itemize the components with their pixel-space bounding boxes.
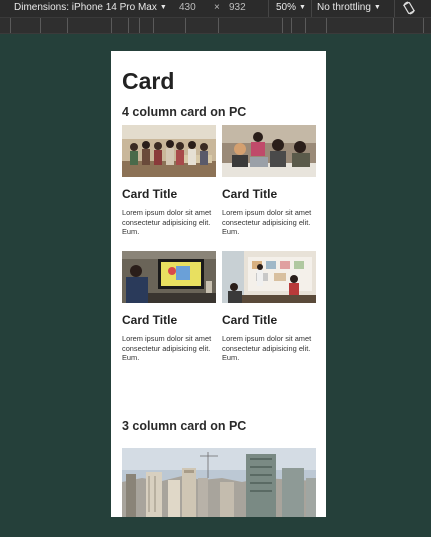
card-text: Lorem ipsum dolor sit amet consectetur a…	[122, 208, 212, 236]
media-query-bar[interactable]	[0, 17, 431, 34]
toolbar-divider	[268, 0, 269, 17]
device-toolbar: Dimensions: iPhone 14 Pro Max ▼ 430 × 932…	[0, 0, 431, 17]
height-input[interactable]: 932	[229, 2, 246, 14]
toolbar-divider	[311, 0, 312, 17]
ruler-tick	[40, 18, 41, 33]
width-input[interactable]: 430	[179, 2, 196, 14]
dimensions-label: Dimensions: iPhone 14 Pro Max	[14, 2, 157, 13]
ruler-tick	[423, 18, 424, 33]
ruler-tick	[111, 18, 112, 33]
card-image	[122, 448, 316, 517]
throttling-dropdown[interactable]: No throttling ▼	[317, 2, 381, 14]
zoom-dropdown[interactable]: 50% ▼	[276, 2, 306, 14]
card-image	[222, 125, 316, 177]
ruler-tick	[326, 18, 327, 33]
rotate-icon[interactable]	[402, 1, 416, 15]
chevron-down-icon: ▼	[373, 4, 381, 11]
card-text: Lorem ipsum dolor sit amet consectetur a…	[222, 208, 312, 236]
throttling-label: No throttling	[317, 2, 371, 13]
card-title: Card Title	[122, 313, 178, 327]
card[interactable]: Card Title Lorem ipsum dolor sit amet co…	[222, 125, 316, 237]
card-image	[122, 125, 216, 177]
card-text: Lorem ipsum dolor sit amet consectetur a…	[222, 334, 312, 362]
card-text: Lorem ipsum dolor sit amet consectetur a…	[122, 334, 212, 362]
dimensions-dropdown[interactable]: Dimensions: iPhone 14 Pro Max ▼	[14, 2, 167, 14]
ruler-tick	[139, 18, 140, 33]
ruler-tick	[67, 18, 68, 33]
times-sign: ×	[214, 2, 220, 13]
ruler-tick	[128, 18, 129, 33]
card-title: Card Title	[122, 187, 178, 201]
card[interactable]: Card Title Lorem ipsum dolor sit amet co…	[122, 251, 216, 363]
ruler-tick	[153, 18, 154, 33]
ruler-tick	[282, 18, 283, 33]
ruler-tick	[291, 18, 292, 33]
ruler-tick	[305, 18, 306, 33]
page-title: Card	[122, 68, 175, 94]
card-image	[222, 251, 316, 303]
chevron-down-icon: ▼	[159, 4, 167, 11]
section-title: 3 column card on PC	[122, 419, 247, 433]
chevron-down-icon: ▼	[299, 4, 306, 11]
card[interactable]: Card Title Lorem ipsum dolor sit amet co…	[222, 251, 316, 363]
ruler-tick	[185, 18, 186, 33]
zoom-label: 50%	[276, 2, 297, 13]
card-title: Card Title	[222, 313, 278, 327]
device-viewport[interactable]: Card 4 column card on PC Card Title Lore…	[111, 51, 326, 517]
card[interactable]: Card Title Lorem ipsum dolor sit amet co…	[122, 125, 216, 237]
ruler-tick	[10, 18, 11, 33]
section-title: 4 column card on PC	[122, 105, 247, 119]
card-title: Card Title	[222, 187, 278, 201]
card-image	[122, 251, 216, 303]
ruler-tick	[218, 18, 219, 33]
ruler-tick	[393, 18, 394, 33]
toolbar-divider	[394, 0, 395, 17]
